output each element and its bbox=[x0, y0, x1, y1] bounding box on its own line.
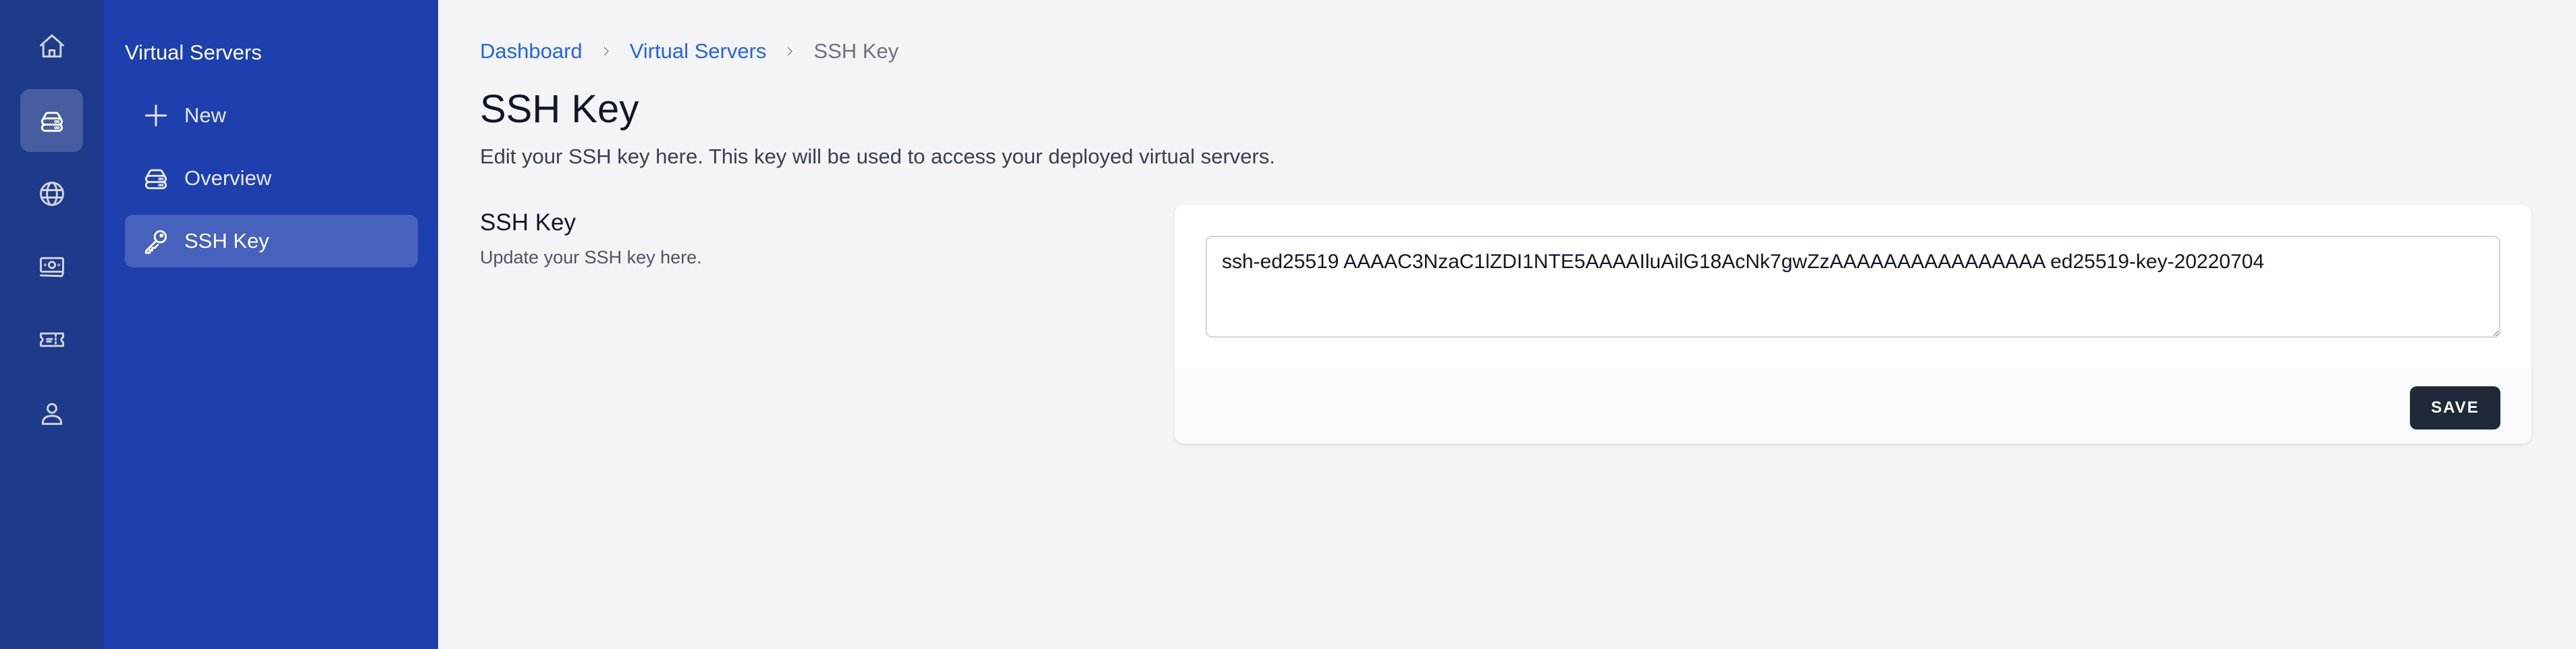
section-description: Update your SSH key here. bbox=[480, 247, 702, 267]
server-icon bbox=[141, 163, 171, 193]
rail-item-tickets[interactable] bbox=[20, 308, 83, 371]
plus-icon bbox=[141, 101, 171, 130]
ssh-key-textarea[interactable] bbox=[1206, 236, 2500, 338]
subnav-item-new[interactable]: New bbox=[125, 89, 418, 142]
ssh-key-card: SAVE bbox=[1175, 205, 2531, 444]
chevron-right-icon bbox=[782, 44, 797, 59]
user-icon bbox=[41, 403, 62, 425]
rail-item-home[interactable] bbox=[20, 15, 83, 78]
rail-item-networking[interactable] bbox=[20, 162, 83, 225]
server-icon bbox=[41, 111, 63, 132]
rail-item-virtual-servers[interactable] bbox=[20, 89, 83, 152]
breadcrumb-current: SSH Key bbox=[813, 39, 899, 63]
page-title: SSH Key bbox=[480, 87, 639, 131]
banknote-icon bbox=[39, 257, 64, 277]
chevron-right-icon bbox=[599, 44, 614, 59]
subnav-item-label: SSH Key bbox=[184, 229, 269, 253]
breadcrumb-dashboard[interactable]: Dashboard bbox=[480, 39, 583, 63]
subnav-item-label: New bbox=[184, 103, 227, 127]
subnav-item-label: Overview bbox=[184, 166, 272, 190]
subnav-item-ssh-key[interactable]: SSH Key bbox=[125, 215, 418, 267]
subnav-item-overview[interactable]: Overview bbox=[125, 152, 418, 205]
icon-rail bbox=[0, 0, 103, 649]
section-title: SSH Key bbox=[480, 209, 576, 236]
save-button[interactable]: SAVE bbox=[2410, 386, 2500, 430]
card-body bbox=[1175, 205, 2531, 368]
rail-item-billing[interactable] bbox=[20, 235, 83, 298]
secondary-nav: Virtual Servers New Overview SSH Key bbox=[103, 0, 438, 649]
card-footer: SAVE bbox=[1175, 368, 2531, 444]
page-description: Edit your SSH key here. This key will be… bbox=[480, 145, 1275, 168]
globe-icon bbox=[39, 181, 64, 206]
home-icon bbox=[39, 34, 64, 57]
subnav-title: Virtual Servers bbox=[125, 41, 262, 64]
key-icon bbox=[141, 226, 171, 256]
breadcrumb-virtual-servers[interactable]: Virtual Servers bbox=[630, 39, 767, 63]
breadcrumb: Dashboard Virtual Servers SSH Key bbox=[480, 39, 898, 63]
rail-item-account[interactable] bbox=[20, 382, 83, 445]
ticket-icon bbox=[39, 332, 64, 347]
